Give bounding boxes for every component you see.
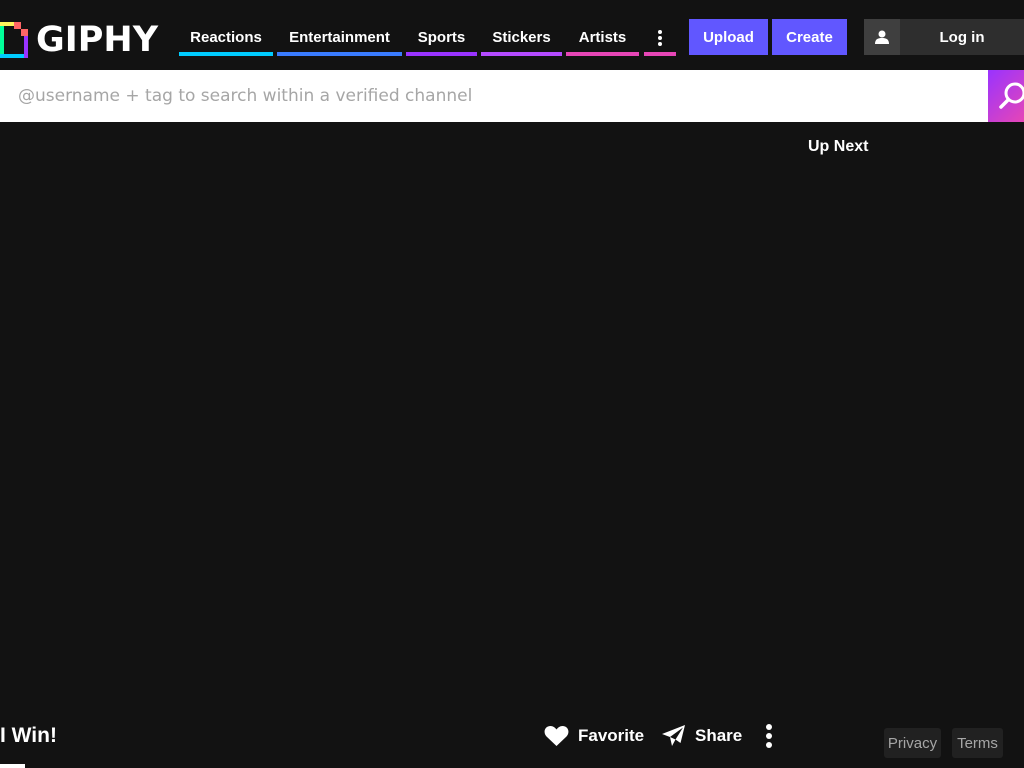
more-options-button[interactable] — [758, 722, 780, 750]
nav-item-sports[interactable]: Sports — [406, 21, 477, 56]
user-icon — [875, 30, 889, 44]
search-button[interactable] — [988, 70, 1024, 122]
login-button-label: Log in — [939, 28, 985, 46]
privacy-label: Privacy — [887, 734, 938, 752]
nav-item-label: Artists — [578, 29, 627, 46]
up-next-heading: Up Next — [808, 138, 869, 155]
more-vertical-icon — [766, 724, 772, 748]
gif-title: I Win! — [0, 724, 57, 747]
nav-item-label: Stickers — [492, 29, 551, 46]
nav-item-label: Entertainment — [289, 29, 390, 46]
favorite-label: Favorite — [578, 726, 645, 745]
nav-item-entertainment[interactable]: Entertainment — [277, 21, 402, 56]
search-icon — [999, 82, 1024, 109]
upload-button[interactable]: Upload — [689, 19, 768, 55]
nav-item-stickers[interactable]: Stickers — [481, 21, 562, 56]
more-vertical-icon — [658, 30, 662, 46]
nav-item-reactions[interactable]: Reactions — [179, 21, 273, 56]
login-button[interactable]: Log in — [864, 19, 1024, 55]
site-header: GIPHY Reactions Entertainment Sports Sti… — [0, 0, 1024, 70]
create-button-label: Create — [786, 28, 833, 46]
user-icon-box — [864, 19, 900, 55]
giphy-logo[interactable]: GIPHY — [0, 21, 158, 59]
search-input[interactable] — [0, 70, 988, 122]
title-divider — [0, 764, 25, 768]
terms-label: Terms — [957, 734, 998, 752]
upload-button-label: Upload — [703, 28, 754, 46]
terms-link[interactable]: Terms — [952, 728, 1003, 758]
nav-item-artists[interactable]: Artists — [566, 21, 639, 56]
heart-icon — [544, 725, 569, 746]
logo-wordmark: GIPHY — [36, 20, 159, 60]
share-button[interactable]: Share — [661, 722, 742, 750]
nav-item-label: Reactions — [190, 29, 262, 46]
search-bar — [0, 70, 988, 122]
giphy-logo-icon — [0, 22, 28, 58]
paper-plane-icon — [662, 725, 685, 746]
nav-item-label: Sports — [417, 29, 466, 46]
favorite-button[interactable]: Favorite — [544, 722, 644, 750]
create-button[interactable]: Create — [772, 19, 847, 55]
share-label: Share — [695, 726, 743, 745]
nav-more-button[interactable] — [644, 21, 676, 56]
privacy-link[interactable]: Privacy — [884, 728, 941, 758]
